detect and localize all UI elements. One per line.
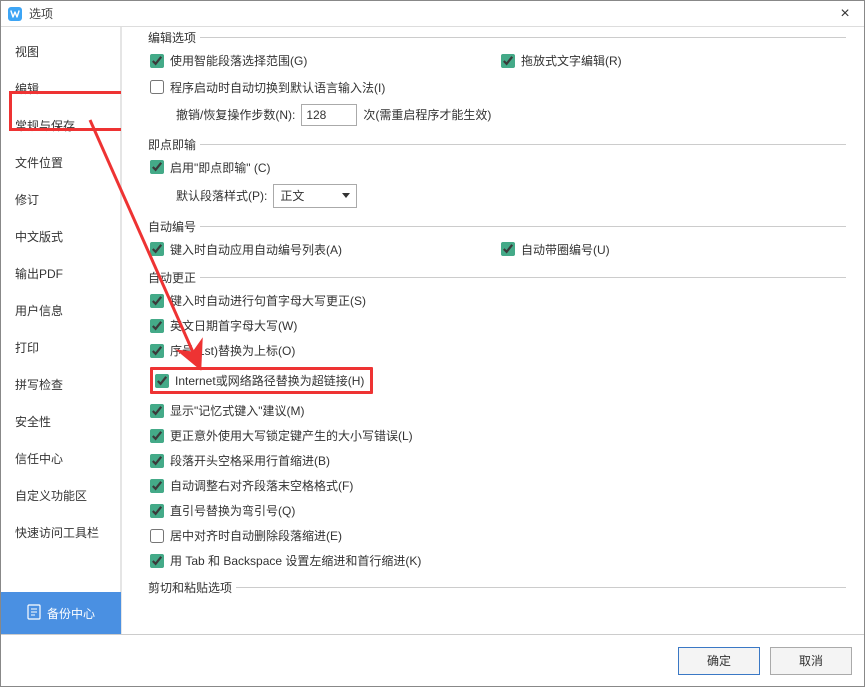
- chk-enable-click-type-input[interactable]: [150, 160, 164, 174]
- chk-circle-number[interactable]: 自动带圈编号(U): [501, 241, 610, 258]
- app-icon: [7, 6, 23, 22]
- titlebar: 选项 ×: [1, 1, 864, 27]
- nav-print[interactable]: 打印: [1, 329, 121, 366]
- chk-enable-click-type[interactable]: 启用"即点即输" (C): [150, 159, 271, 176]
- chk-ac-6[interactable]: 段落开头空格采用行首缩进(B): [150, 452, 330, 469]
- options-dialog: 选项 × 视图 编辑 常规与保存 文件位置 修订 中文版式 输出PDF 用户信息…: [0, 0, 865, 687]
- chk-drag-edit-input[interactable]: [501, 54, 515, 68]
- default-style-select[interactable]: 正文: [273, 184, 357, 208]
- sidebar: 视图 编辑 常规与保存 文件位置 修订 中文版式 输出PDF 用户信息 打印 拼…: [1, 27, 121, 592]
- group-title-auto-number: 自动编号: [144, 218, 200, 235]
- chk-ac-8[interactable]: 直引号替换为弯引号(Q): [150, 502, 295, 519]
- backup-center-button[interactable]: 备份中心: [1, 592, 121, 634]
- undo-steps-suffix: 次(需重启程序才能生效): [363, 106, 491, 123]
- body: 视图 编辑 常规与保存 文件位置 修订 中文版式 输出PDF 用户信息 打印 拼…: [1, 27, 864, 634]
- nav-file-location[interactable]: 文件位置: [1, 144, 121, 181]
- nav-chinese-layout[interactable]: 中文版式: [1, 218, 121, 255]
- highlight-hyperlink-option: Internet或网络路径替换为超链接(H): [150, 367, 373, 394]
- group-title-auto-correct: 自动更正: [144, 269, 200, 286]
- nav-user-info[interactable]: 用户信息: [1, 292, 121, 329]
- chk-ac-10[interactable]: 用 Tab 和 Backspace 设置左缩进和首行缩进(K): [150, 552, 421, 569]
- group-edit-options: 编辑选项 使用智能段落选择范围(G) 拖放式文字编辑(R): [144, 37, 846, 134]
- nav-revision[interactable]: 修订: [1, 181, 121, 218]
- chevron-down-icon: [342, 193, 350, 198]
- nav-view[interactable]: 视图: [1, 33, 121, 70]
- nav-general-save[interactable]: 常规与保存: [1, 107, 121, 144]
- group-auto-number: 自动编号 键入时自动应用自动编号列表(A) 自动带圈编号(U: [144, 226, 846, 268]
- sidebar-column: 视图 编辑 常规与保存 文件位置 修订 中文版式 输出PDF 用户信息 打印 拼…: [1, 27, 121, 634]
- chk-circle-number-input[interactable]: [501, 242, 515, 256]
- chk-ac-2[interactable]: 序号(1st)替换为上标(O): [150, 342, 295, 359]
- chk-ac-4[interactable]: 显示"记忆式键入"建议(M): [150, 402, 305, 419]
- ok-button[interactable]: 确定: [678, 647, 760, 675]
- nav-spellcheck[interactable]: 拼写检查: [1, 366, 121, 403]
- chk-drag-edit[interactable]: 拖放式文字编辑(R): [501, 52, 622, 69]
- chk-smart-paragraph-input[interactable]: [150, 54, 164, 68]
- cancel-button[interactable]: 取消: [770, 647, 852, 675]
- nav-custom-ribbon[interactable]: 自定义功能区: [1, 477, 121, 514]
- default-style-value: 正文: [280, 187, 304, 204]
- nav-security[interactable]: 安全性: [1, 403, 121, 440]
- content-pane[interactable]: 编辑选项 使用智能段落选择范围(G) 拖放式文字编辑(R): [121, 27, 864, 634]
- close-icon[interactable]: ×: [832, 1, 858, 27]
- chk-ac-9[interactable]: 居中对齐时自动删除段落缩进(E): [150, 527, 342, 544]
- chk-ac-3[interactable]: Internet或网络路径替换为超链接(H): [155, 372, 364, 389]
- undo-steps-label: 撤销/恢复操作步数(N):: [176, 106, 295, 123]
- chk-auto-ime[interactable]: 程序启动时自动切换到默认语言输入法(I): [150, 79, 385, 96]
- backup-center-label: 备份中心: [47, 605, 95, 622]
- chk-ac-0[interactable]: 键入时自动进行句首字母大写更正(S): [150, 292, 366, 309]
- document-icon: [27, 604, 41, 623]
- group-click-type: 即点即输 启用"即点即输" (C) 默认段落样式(P): 正文: [144, 144, 846, 216]
- group-title-click-type: 即点即输: [144, 136, 200, 153]
- default-style-label: 默认段落样式(P):: [176, 187, 267, 204]
- group-auto-correct: 自动更正 键入时自动进行句首字母大写更正(S) 英文日期首字母大写(W) 序号(…: [144, 277, 846, 577]
- chk-auto-ime-input[interactable]: [150, 80, 164, 94]
- nav-trust-center[interactable]: 信任中心: [1, 440, 121, 477]
- group-title-clipboard: 剪切和粘贴选项: [144, 579, 236, 596]
- group-clipboard: 剪切和粘贴选项 …: [144, 587, 846, 602]
- chk-auto-number-list[interactable]: 键入时自动应用自动编号列表(A): [150, 241, 342, 258]
- chk-smart-paragraph[interactable]: 使用智能段落选择范围(G): [150, 52, 307, 69]
- dialog-button-bar: 确定 取消: [1, 634, 864, 686]
- group-title-edit: 编辑选项: [144, 29, 200, 46]
- nav-output-pdf[interactable]: 输出PDF: [1, 255, 121, 292]
- undo-steps-input[interactable]: [301, 104, 357, 126]
- chk-ac-7[interactable]: 自动调整右对齐段落末空格格式(F): [150, 477, 353, 494]
- nav-quick-access[interactable]: 快速访问工具栏: [1, 514, 121, 551]
- chk-auto-number-list-input[interactable]: [150, 242, 164, 256]
- nav-edit[interactable]: 编辑: [1, 70, 121, 107]
- chk-ac-5[interactable]: 更正意外使用大写锁定键产生的大小写错误(L): [150, 427, 413, 444]
- auto-correct-body: 键入时自动进行句首字母大写更正(S) 英文日期首字母大写(W) 序号(1st)替…: [144, 277, 846, 577]
- chk-ac-1[interactable]: 英文日期首字母大写(W): [150, 317, 297, 334]
- window-title: 选项: [29, 5, 832, 22]
